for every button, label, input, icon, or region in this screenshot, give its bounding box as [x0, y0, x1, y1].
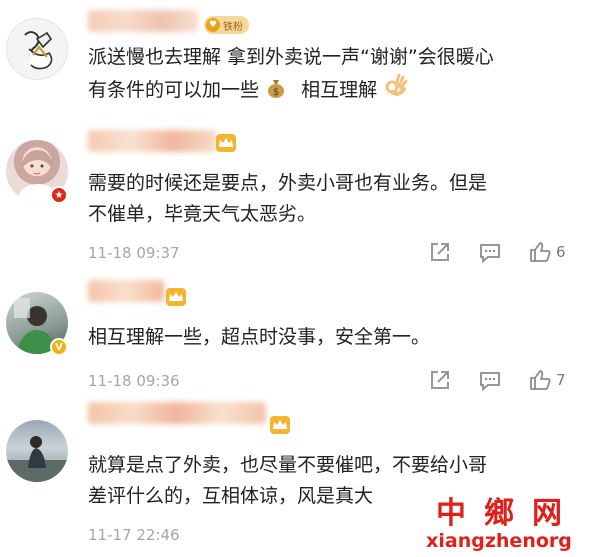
share-button[interactable]	[428, 240, 452, 264]
comment-text: 需要的时候还是要点，外卖小哥也有业务。但是 不催单，毕竟天气太恶劣。	[88, 168, 487, 230]
reply-button[interactable]	[478, 240, 502, 264]
comment-line: 需要的时候还是要点，外卖小哥也有业务。但是	[88, 172, 488, 194]
ok-hand-emoji-icon	[383, 73, 409, 109]
comment-line: 不催单，毕竟天气太恶劣。	[88, 203, 317, 225]
username-blurred[interactable]	[88, 280, 164, 302]
verified-badge: ★	[50, 186, 68, 204]
like-button[interactable]: 7	[528, 368, 566, 392]
money-bag-emoji-icon: $	[265, 77, 287, 109]
comment-timestamp: 11-18 09:37	[88, 244, 180, 262]
avatar[interactable]	[6, 18, 68, 80]
member-crown-icon	[166, 288, 186, 306]
share-button[interactable]	[428, 368, 452, 392]
comment-line: 有条件的可以加一些 $ 相互理解	[88, 73, 494, 109]
username-blurred[interactable]	[88, 402, 266, 424]
comment-line: 就算是点了外卖，也尽量不要催吧，不要给小哥	[88, 454, 488, 476]
share-icon	[431, 371, 449, 389]
username-blurred[interactable]	[88, 10, 198, 32]
reply-button[interactable]	[478, 368, 502, 392]
watermark-cn: 中鄉网	[436, 496, 580, 531]
username-blurred[interactable]	[88, 130, 216, 152]
verified-badge: V	[50, 338, 68, 356]
thumbs-up-icon	[530, 242, 551, 262]
thumbs-up-icon	[530, 370, 551, 390]
comment-item: ♥ 铁粉 派送慢也去理解 拿到外卖说一声“谢谢”会很暖心 有条件的可以加一些 $…	[0, 0, 596, 122]
comment-line: 相互理解一些，超点时没事，安全第一。	[88, 326, 431, 348]
comment-line: 派送慢也去理解 拿到外卖说一声“谢谢”会很暖心	[88, 46, 494, 68]
heart-icon: ♥	[206, 18, 220, 32]
member-crown-icon	[270, 416, 290, 434]
comment-icon	[480, 372, 500, 391]
site-watermark-logo: 中鄉网 xiangzhenorg	[418, 496, 580, 552]
comment-timestamp: 11-17 22:46	[88, 526, 180, 544]
share-icon	[431, 243, 449, 261]
like-count: 7	[556, 371, 566, 389]
comment-icon	[480, 244, 500, 263]
like-count: 6	[556, 243, 566, 261]
fan-badge: ♥ 铁粉	[204, 16, 249, 34]
comment-timestamp: 11-18 09:36	[88, 372, 180, 390]
watermark-en: xiangzhenorg	[426, 530, 572, 552]
comment-line-part: 相互理解	[301, 79, 378, 101]
member-crown-icon	[216, 134, 236, 152]
like-button[interactable]: 6	[528, 240, 566, 264]
comment-text: 派送慢也去理解 拿到外卖说一声“谢谢”会很暖心 有条件的可以加一些 $ 相互理解	[88, 42, 494, 109]
comment-item: V 相互理解一些，超点时没事，安全第一。 11-18 09:36 7	[0, 272, 596, 392]
comment-item: ★ 需要的时候还是要点，外卖小哥也有业务。但是 不催单，毕竟天气太恶劣。 11-…	[0, 122, 596, 272]
fan-badge-label: 铁粉	[223, 21, 243, 33]
comment-line-part: 有条件的可以加一些	[88, 79, 260, 101]
avatar[interactable]	[6, 420, 68, 482]
comment-text: 相互理解一些，超点时没事，安全第一。	[88, 322, 430, 353]
svg-text:$: $	[273, 87, 279, 98]
